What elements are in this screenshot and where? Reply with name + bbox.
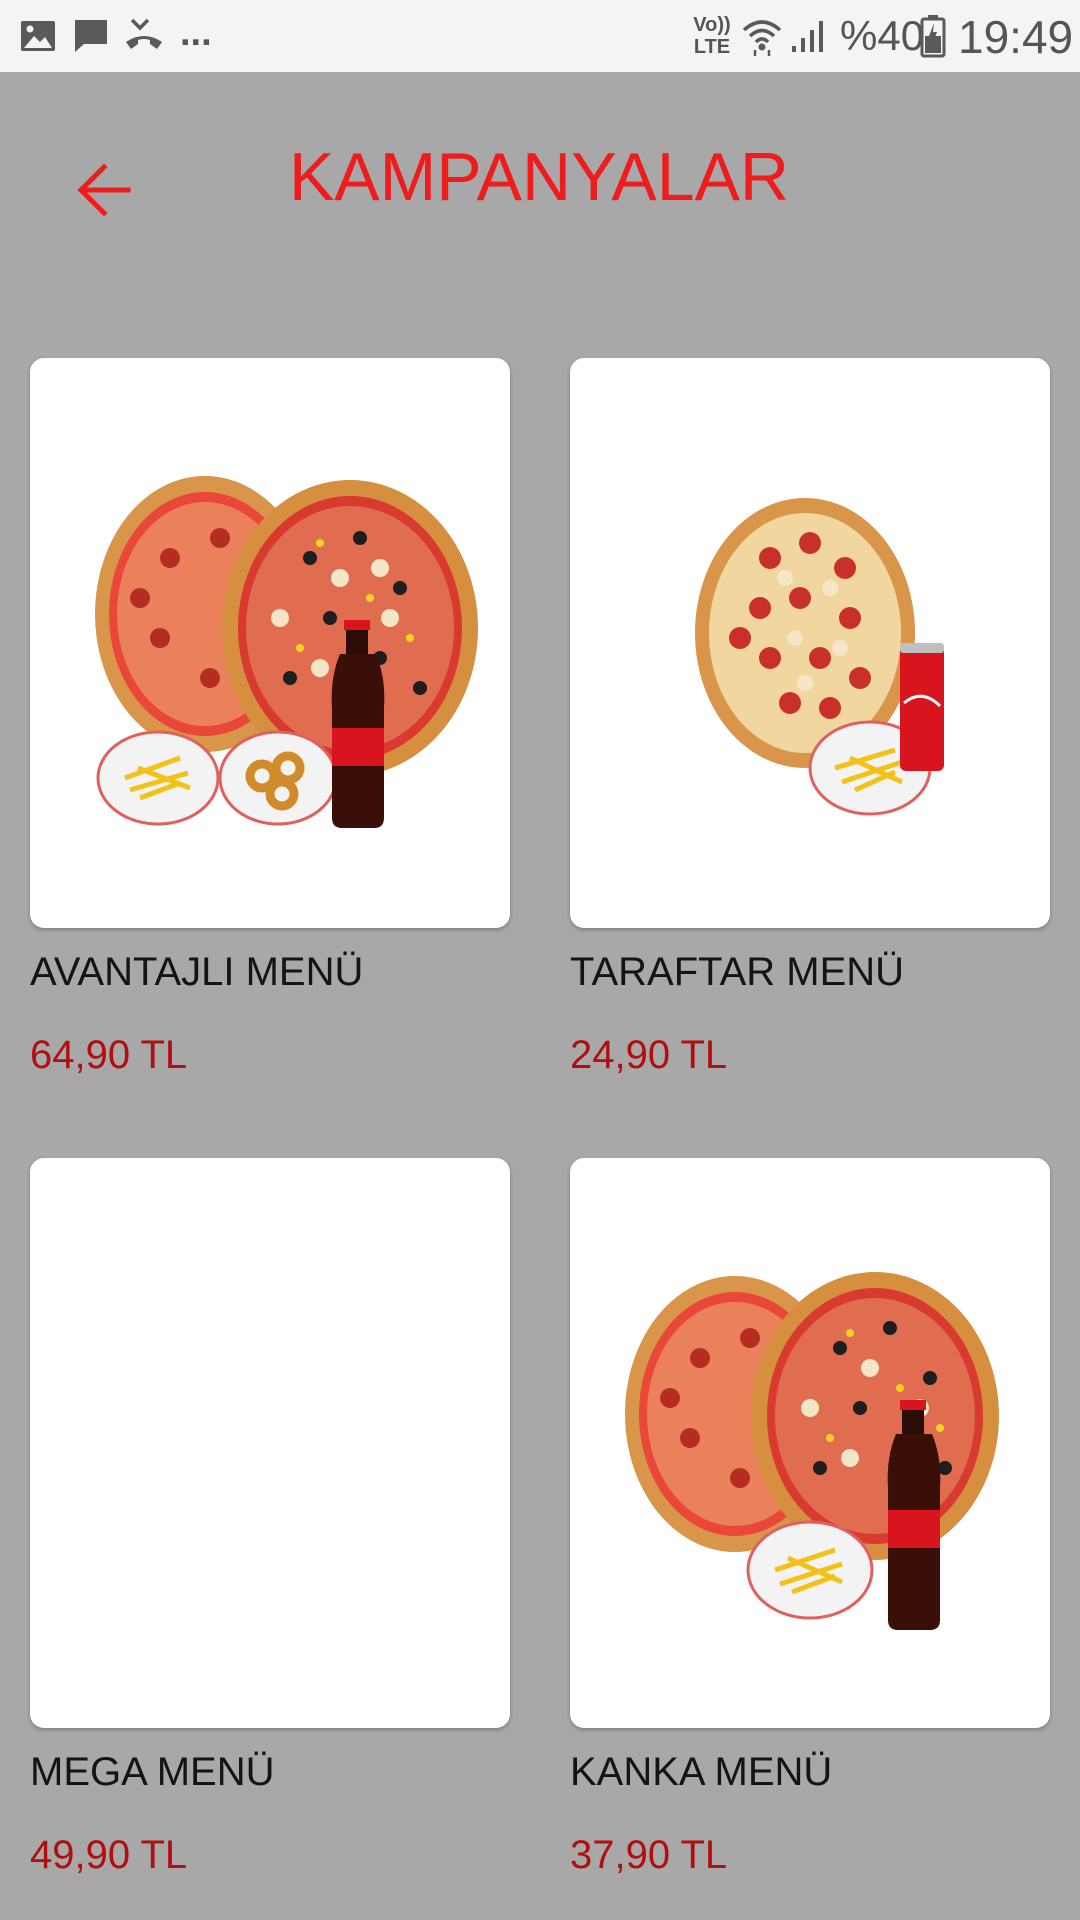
product-card-avantajli[interactable]: AVANTAJLI MENÜ 64,90 TL xyxy=(30,358,510,1078)
clock: 19:49 xyxy=(958,11,1074,63)
image-icon xyxy=(21,21,55,51)
message-icon xyxy=(75,20,107,52)
volte-icon: Vo)) LTE xyxy=(688,14,736,58)
product-image[interactable] xyxy=(570,358,1050,928)
product-card-kanka[interactable]: KANKA MENÜ 37,90 TL xyxy=(570,1158,1050,1878)
product-image[interactable] xyxy=(30,1158,510,1728)
product-name: MEGA MENÜ xyxy=(30,1750,275,1794)
battery-percent: %40 xyxy=(840,12,925,59)
product-card-taraftar[interactable]: TARAFTAR MENÜ 24,90 TL xyxy=(570,358,1050,1078)
wifi-icon xyxy=(742,20,782,56)
missed-call-icon xyxy=(126,18,162,49)
more-notifications-icon: ... xyxy=(180,12,212,54)
product-image[interactable] xyxy=(30,358,510,928)
volte-top-label: Vo)) xyxy=(693,14,731,36)
product-price: 64,90 TL xyxy=(30,1033,188,1077)
product-price: 24,90 TL xyxy=(570,1033,728,1077)
page-title: KAMPANYALAR xyxy=(0,138,1080,216)
status-bar: ... Vo)) LTE %40 19:49 xyxy=(0,0,1080,72)
signal-icon xyxy=(792,21,823,52)
battery-icon xyxy=(920,15,946,58)
product-image[interactable] xyxy=(570,1158,1050,1728)
page-title-text: KAMPANYALAR xyxy=(288,139,790,215)
pizza-menu-image xyxy=(95,476,478,828)
volte-bottom-label: LTE xyxy=(693,36,731,58)
product-price: 49,90 TL xyxy=(30,1833,188,1877)
pizza-menu-image xyxy=(625,1272,999,1630)
product-price: 37,90 TL xyxy=(570,1833,728,1877)
product-name: KANKA MENÜ xyxy=(570,1750,833,1794)
pizza-menu-image xyxy=(695,498,944,816)
product-card-mega[interactable]: MEGA MENÜ 49,90 TL xyxy=(30,1158,510,1878)
product-name: TARAFTAR MENÜ xyxy=(570,950,905,994)
product-name: AVANTAJLI MENÜ xyxy=(30,950,364,994)
